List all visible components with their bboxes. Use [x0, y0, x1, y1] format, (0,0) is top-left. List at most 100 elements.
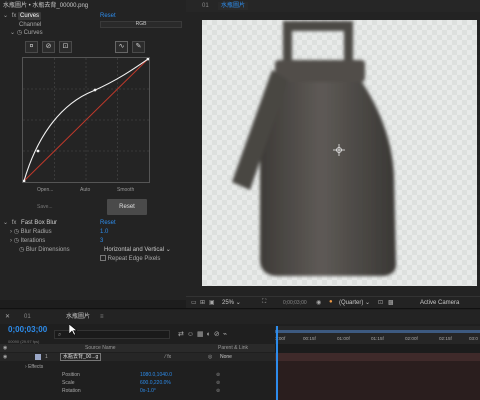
bezier-tool-icon[interactable]: ∿: [115, 41, 128, 53]
graph-editor-icon[interactable]: ⊘: [214, 331, 223, 338]
blur-dimensions-value: Horizontal and Vertical: [104, 247, 165, 253]
eye-icon[interactable]: ◉: [3, 353, 7, 361]
region-of-interest-icon[interactable]: ⊡: [378, 299, 383, 306]
curve-point: [36, 149, 40, 153]
layer-switches[interactable]: ⁄ fx: [165, 353, 171, 361]
ruler-tick-label: 00:15f: [303, 336, 316, 341]
chevron-down-icon[interactable]: ⌄: [10, 30, 15, 36]
curve-resize-large-icon[interactable]: ⊡: [59, 41, 72, 53]
channel-select[interactable]: RGB: [100, 21, 182, 28]
blur-radius-row[interactable]: › ◷ Blur Radius: [10, 228, 52, 236]
blur-radius-label: Blur Radius: [20, 229, 52, 235]
layer-label-color[interactable]: [35, 354, 41, 360]
pick-whip-icon[interactable]: ◎: [208, 353, 212, 361]
repeat-edge-checkbox[interactable]: [100, 255, 106, 262]
viewer-timecode[interactable]: 0;00;03;00: [283, 299, 307, 307]
fx-icon[interactable]: fx: [12, 220, 17, 226]
stopwatch-icon[interactable]: ◷: [14, 238, 19, 244]
mask-visibility-icon[interactable]: ▣: [209, 299, 215, 306]
frame-blend-icon[interactable]: ▦: [197, 331, 207, 338]
effects-group-row[interactable]: › Effects: [25, 363, 43, 371]
timeline-timecode[interactable]: 0;00;03;00: [8, 326, 47, 334]
grid-overlay-icon[interactable]: ⊞: [200, 299, 205, 306]
fx-icon[interactable]: fx: [12, 13, 17, 19]
iterations-row[interactable]: › ◷ Iterations: [10, 237, 45, 245]
fit-icon[interactable]: ⛶: [262, 299, 266, 306]
curves-save-button[interactable]: Save...: [37, 203, 53, 211]
transparency-grid-icon[interactable]: ▩: [388, 299, 394, 306]
composition-image: [202, 20, 477, 286]
curves-open-button[interactable]: Open...: [37, 186, 53, 194]
iterations-label: Iterations: [20, 238, 46, 244]
repeat-edge-row[interactable]: Repeat Edge Pixels: [100, 255, 160, 263]
motion-blur-icon[interactable]: ◐: [207, 331, 214, 338]
expression-link-icon[interactable]: ⊚: [216, 387, 220, 395]
stopwatch-icon[interactable]: ◷: [19, 247, 24, 253]
curve-channel-all-icon[interactable]: ¤: [25, 41, 38, 53]
zoom-select[interactable]: 25% ⌄: [222, 299, 241, 307]
viewer-tab-number: 01: [202, 3, 209, 9]
scale-label: Scale: [62, 380, 75, 386]
timeline-column-headers: ◉ Source Name Parent & Link: [0, 344, 275, 352]
layer-duration-bar[interactable]: [275, 353, 480, 361]
timeline-tab-name[interactable]: 水瓶圖片: [66, 313, 90, 321]
hamburger-menu-icon[interactable]: ≡: [100, 313, 104, 321]
chevron-down-icon[interactable]: ⌄: [3, 13, 8, 19]
blur-radius-value[interactable]: 1.0: [100, 228, 108, 236]
composition-canvas[interactable]: [202, 20, 477, 286]
curve-resize-small-icon[interactable]: ⊘: [42, 41, 55, 53]
work-area-bar[interactable]: [275, 330, 480, 333]
fast-box-blur-reset-link[interactable]: Reset: [100, 219, 116, 227]
source-name-header[interactable]: Source Name: [85, 344, 116, 352]
parent-select[interactable]: None: [220, 353, 232, 361]
resolution-select[interactable]: (Quarter) ⌄: [339, 299, 370, 307]
stopwatch-icon[interactable]: ◷: [14, 229, 19, 235]
layer-name[interactable]: 水瓶去背_00...g: [60, 353, 102, 361]
stopwatch-icon[interactable]: ◷: [17, 30, 22, 36]
camera-select[interactable]: Active Camera: [420, 299, 459, 307]
fast-box-blur-name[interactable]: Fast Box Blur: [21, 220, 57, 226]
curves-sub-row[interactable]: ⌄ ◷ Curves: [10, 29, 43, 37]
camera-snapshot-icon[interactable]: ◉: [316, 299, 321, 306]
position-value[interactable]: 1080.0,1040.0: [140, 371, 172, 379]
chevron-down-icon[interactable]: ⌄: [3, 220, 8, 226]
visibility-column-icon: ◉: [3, 345, 8, 351]
expression-link-icon[interactable]: ⊚: [216, 371, 220, 379]
rotation-row: Rotation: [62, 387, 81, 395]
scale-value[interactable]: 600.0,220.0%: [140, 379, 171, 387]
curves-smooth-button[interactable]: Smooth: [117, 186, 134, 194]
constraint-link-icons: ⊚ ⊚ ⊚: [216, 371, 220, 395]
track-area[interactable]: [275, 344, 480, 400]
curves-reset-link[interactable]: Reset: [100, 12, 116, 20]
monitor-icon[interactable]: ▭: [191, 299, 197, 306]
parent-link-header[interactable]: Parent & Link: [218, 344, 248, 352]
layer-row[interactable]: ◉ 1 水瓶去背_00...g ⁄ fx ◎ None: [0, 353, 275, 361]
close-icon[interactable]: ✕: [5, 313, 10, 320]
draft-3d-icon[interactable]: ⇄: [178, 331, 187, 338]
pencil-tool-icon[interactable]: ✎: [132, 41, 145, 53]
curves-effect-row[interactable]: ⌄ fx Curves: [3, 12, 42, 20]
curves-reset-button[interactable]: Reset: [107, 199, 147, 215]
chevron-right-icon[interactable]: ›: [25, 364, 27, 370]
search-icon: ⌕: [58, 332, 62, 338]
link-icon[interactable]: ⌁: [223, 331, 230, 338]
chevron-right-icon[interactable]: ›: [10, 229, 12, 235]
channel-color-icon[interactable]: ●: [329, 299, 333, 305]
shy-icon[interactable]: ☺: [187, 331, 197, 338]
iterations-value[interactable]: 3: [100, 237, 103, 245]
curves-graph[interactable]: [22, 57, 150, 183]
curves-effect-name[interactable]: Curves: [18, 12, 42, 20]
time-ruler[interactable]: 1:00f 00:15f 01:00f 01:15f 02:00f 02:15f…: [275, 326, 480, 344]
blur-dimensions-select[interactable]: Horizontal and Vertical ⌄: [104, 246, 171, 254]
curves-graph-svg: [22, 57, 150, 183]
timeline-switches: ⇄☺▦◐⊘⌁: [178, 330, 230, 338]
current-time-indicator[interactable]: [276, 326, 278, 400]
curves-auto-button[interactable]: Auto: [80, 186, 90, 194]
expression-link-icon[interactable]: ⊚: [216, 379, 220, 387]
chevron-right-icon[interactable]: ›: [10, 238, 12, 244]
rotation-value[interactable]: 0x-1.0°: [140, 387, 156, 395]
chevron-down-icon: ⌄: [235, 300, 241, 306]
fast-box-blur-row[interactable]: ⌄ fx Fast Box Blur: [3, 219, 57, 227]
viewer-tab-name[interactable]: 水瓶圖片: [218, 2, 249, 10]
resolution-value: (Quarter): [339, 300, 364, 306]
